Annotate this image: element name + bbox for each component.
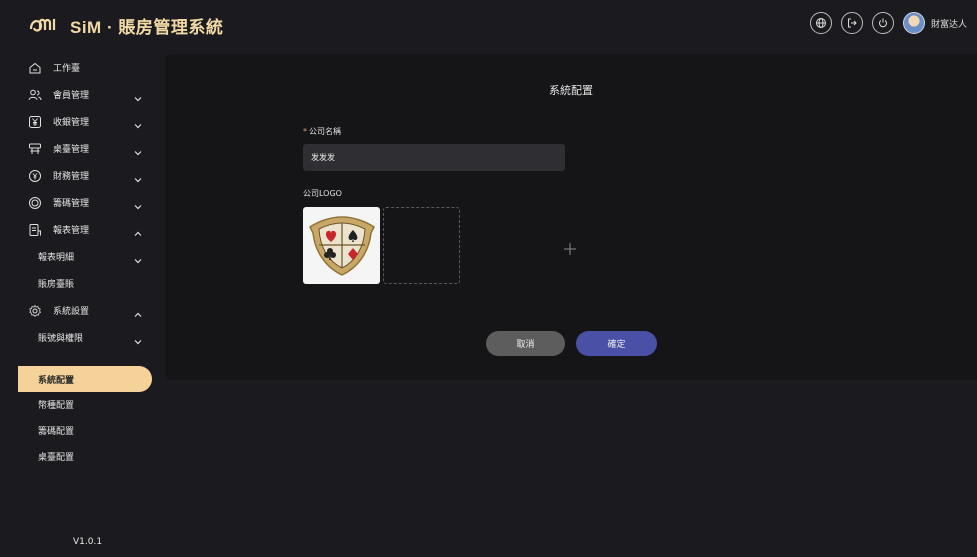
company-name-label-text: 公司名稱: [309, 127, 341, 136]
chevron-down-icon[interactable]: [133, 89, 143, 102]
sidebar-item-chip-config[interactable]: 籌碼配置: [0, 417, 165, 443]
chevron-down-icon[interactable]: [133, 251, 143, 264]
sidebar-item-report-details[interactable]: 報表明細: [0, 243, 165, 269]
sidebar: 工作臺 會員管理 收銀管理 桌臺管理 財務管理 籌碼管理 報表管理 報表明細 賬…: [0, 50, 165, 557]
sidebar-item-ledger[interactable]: 賬房臺賬: [0, 270, 165, 296]
sidebar-item-label: 工作臺: [53, 63, 81, 74]
sidebar-item-accounts-permissions[interactable]: 賬號與權限: [0, 324, 165, 350]
sidebar-item-finance[interactable]: 財務管理: [0, 162, 165, 188]
globe-icon[interactable]: [809, 12, 832, 34]
company-name-input[interactable]: [303, 144, 565, 171]
sidebar-item-chips[interactable]: 籌碼管理: [0, 189, 165, 215]
sidebar-item-system-settings[interactable]: 系統設置: [0, 297, 165, 323]
power-icon[interactable]: [871, 12, 894, 34]
company-logo-label: 公司LOGO: [303, 189, 342, 198]
card-suits-shield-icon: [308, 215, 375, 276]
sidebar-item-label: 系統配置: [38, 376, 75, 386]
sidebar-item-label: 系統設置: [53, 306, 90, 317]
yen-icon: [28, 114, 42, 128]
company-name-label: * 公司名稱: [303, 126, 341, 137]
chevron-down-icon[interactable]: [133, 197, 143, 210]
users-icon: [28, 87, 42, 101]
sidebar-item-label: 幣種配置: [38, 400, 75, 411]
settings-icon: [28, 303, 42, 317]
chip-icon: [28, 195, 42, 209]
cancel-button[interactable]: 取消: [486, 331, 565, 356]
sidebar-item-label: 賬房臺賬: [38, 279, 75, 290]
sidebar-item-table-config[interactable]: 桌臺配置: [0, 443, 165, 469]
chevron-down-icon[interactable]: [133, 116, 143, 129]
chevron-up-icon[interactable]: [133, 224, 143, 236]
sidebar-item-members[interactable]: 會員管理: [0, 81, 165, 107]
sidebar-item-label: 報表管理: [53, 225, 90, 236]
avatar[interactable]: [902, 12, 925, 34]
chevron-up-icon[interactable]: [133, 305, 143, 317]
brand-logo-icon: [29, 18, 56, 32]
sidebar-item-cashier[interactable]: 收銀管理: [0, 108, 165, 134]
plus-icon[interactable]: [561, 240, 579, 258]
user-name[interactable]: 財富达人: [931, 17, 967, 30]
sidebar-item-dashboard[interactable]: 工作臺: [0, 54, 165, 80]
page-title: 系統配置: [549, 84, 593, 97]
sidebar-item-system-config[interactable]: 系統配置: [18, 366, 152, 392]
company-logo-image[interactable]: [303, 207, 380, 284]
logo-upload-dropzone[interactable]: [383, 207, 460, 284]
sidebar-item-label: 桌臺管理: [53, 144, 90, 155]
sidebar-item-label: 會員管理: [53, 90, 90, 101]
logout-icon[interactable]: [840, 12, 863, 34]
sidebar-item-label: 收銀管理: [53, 117, 90, 128]
sidebar-item-label: 籌碼配置: [38, 426, 75, 437]
sidebar-item-label: 桌臺配置: [38, 452, 75, 463]
confirm-button[interactable]: 確定: [576, 331, 657, 356]
table-icon: [28, 141, 42, 155]
sidebar-item-label: 籌碼管理: [53, 198, 90, 209]
sidebar-item-tables[interactable]: 桌臺管理: [0, 135, 165, 161]
chevron-down-icon[interactable]: [133, 170, 143, 183]
required-mark: *: [303, 127, 307, 136]
brand[interactable]: SiM · 賬房管理系統: [28, 13, 223, 38]
home-icon: [28, 60, 42, 74]
brand-title: SiM · 賬房管理系統: [70, 17, 224, 37]
sidebar-item-currency-config[interactable]: 幣種配置: [0, 391, 165, 417]
chevron-down-icon[interactable]: [133, 332, 143, 345]
system-config-panel: 系統配置 *公司名稱 公司LOGO 取消 確定: [165, 54, 977, 380]
sidebar-item-label: 報表明細: [38, 252, 75, 263]
top-bar: SiM · 賬房管理系統 財富达人: [0, 0, 977, 50]
sidebar-item-reports[interactable]: 報表管理: [0, 216, 165, 242]
version-label: V1.0.1: [73, 537, 103, 547]
report-icon: [28, 222, 42, 236]
chevron-down-icon[interactable]: [133, 143, 143, 156]
sidebar-item-label: 財務管理: [53, 171, 90, 182]
currency-icon: [28, 168, 42, 182]
sidebar-item-label: 賬號與權限: [38, 333, 84, 344]
